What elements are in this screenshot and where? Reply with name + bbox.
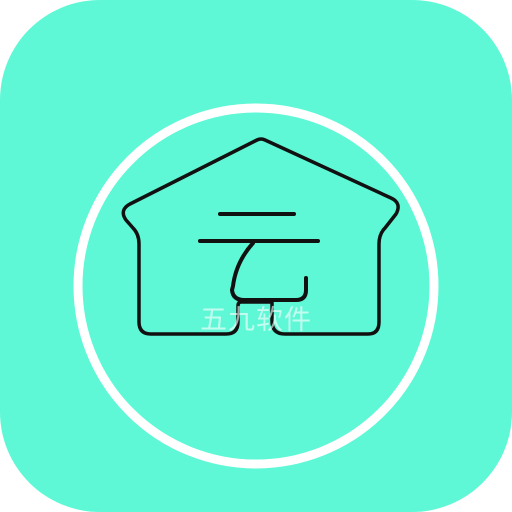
watermark-text: 五九软件 — [200, 305, 312, 336]
app-icon: 五九软件 — [0, 0, 512, 512]
cloud-house-icon — [0, 0, 512, 512]
